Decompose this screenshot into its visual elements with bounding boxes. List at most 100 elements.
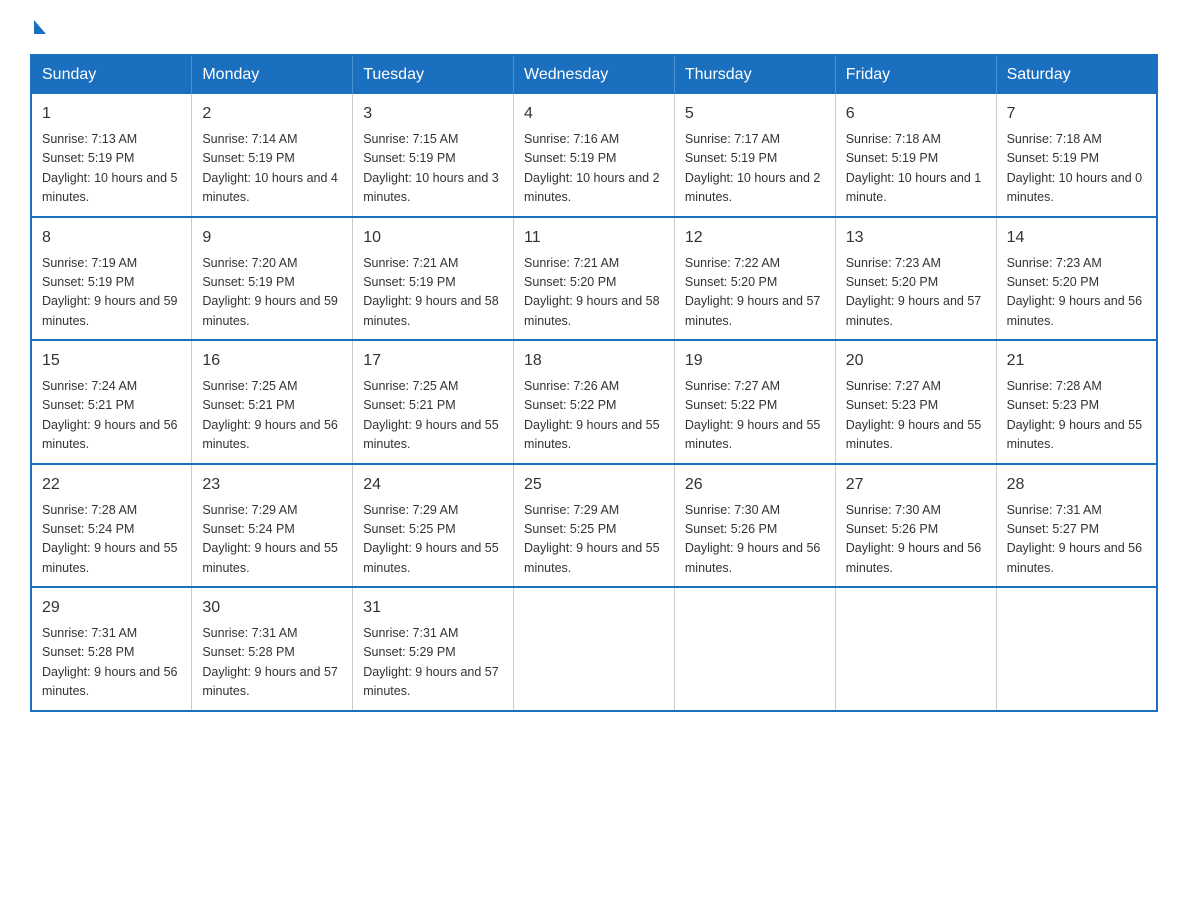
day-info: Sunrise: 7:31 AMSunset: 5:29 PMDaylight:… [363,624,503,702]
day-number: 12 [685,226,825,250]
day-info: Sunrise: 7:16 AMSunset: 5:19 PMDaylight:… [524,130,664,208]
calendar-week-row: 8 Sunrise: 7:19 AMSunset: 5:19 PMDaylight… [31,217,1157,341]
calendar-cell: 21 Sunrise: 7:28 AMSunset: 5:23 PMDayligh… [996,340,1157,464]
day-info: Sunrise: 7:31 AMSunset: 5:28 PMDaylight:… [202,624,342,702]
calendar-cell: 12 Sunrise: 7:22 AMSunset: 5:20 PMDayligh… [674,217,835,341]
day-info: Sunrise: 7:17 AMSunset: 5:19 PMDaylight:… [685,130,825,208]
calendar-cell: 19 Sunrise: 7:27 AMSunset: 5:22 PMDayligh… [674,340,835,464]
calendar-cell: 6 Sunrise: 7:18 AMSunset: 5:19 PMDaylight… [835,94,996,217]
day-number: 14 [1007,226,1146,250]
day-of-week-header: Wednesday [514,55,675,94]
day-number: 3 [363,102,503,126]
calendar-cell: 4 Sunrise: 7:16 AMSunset: 5:19 PMDaylight… [514,94,675,217]
calendar-week-row: 1 Sunrise: 7:13 AMSunset: 5:19 PMDaylight… [31,94,1157,217]
day-number: 20 [846,349,986,373]
calendar-header-row: SundayMondayTuesdayWednesdayThursdayFrid… [31,55,1157,94]
day-info: Sunrise: 7:23 AMSunset: 5:20 PMDaylight:… [846,254,986,332]
calendar-cell: 22 Sunrise: 7:28 AMSunset: 5:24 PMDayligh… [31,464,192,588]
day-number: 13 [846,226,986,250]
page-header [30,20,1158,34]
day-number: 5 [685,102,825,126]
day-number: 23 [202,473,342,497]
calendar-cell: 28 Sunrise: 7:31 AMSunset: 5:27 PMDayligh… [996,464,1157,588]
calendar-cell: 11 Sunrise: 7:21 AMSunset: 5:20 PMDayligh… [514,217,675,341]
day-info: Sunrise: 7:28 AMSunset: 5:23 PMDaylight:… [1007,377,1146,455]
day-of-week-header: Saturday [996,55,1157,94]
day-info: Sunrise: 7:23 AMSunset: 5:20 PMDaylight:… [1007,254,1146,332]
calendar-cell: 2 Sunrise: 7:14 AMSunset: 5:19 PMDaylight… [192,94,353,217]
day-info: Sunrise: 7:21 AMSunset: 5:20 PMDaylight:… [524,254,664,332]
day-number: 2 [202,102,342,126]
day-number: 26 [685,473,825,497]
calendar-cell: 18 Sunrise: 7:26 AMSunset: 5:22 PMDayligh… [514,340,675,464]
calendar-cell: 17 Sunrise: 7:25 AMSunset: 5:21 PMDayligh… [353,340,514,464]
calendar-table: SundayMondayTuesdayWednesdayThursdayFrid… [30,54,1158,712]
day-number: 24 [363,473,503,497]
day-number: 8 [42,226,181,250]
calendar-cell [835,587,996,711]
day-info: Sunrise: 7:14 AMSunset: 5:19 PMDaylight:… [202,130,342,208]
day-info: Sunrise: 7:29 AMSunset: 5:25 PMDaylight:… [524,501,664,579]
day-info: Sunrise: 7:31 AMSunset: 5:28 PMDaylight:… [42,624,181,702]
calendar-cell: 30Sunrise: 7:31 AMSunset: 5:28 PMDayligh… [192,587,353,711]
day-number: 31 [363,596,503,620]
calendar-cell: 15Sunrise: 7:24 AMSunset: 5:21 PMDayligh… [31,340,192,464]
day-info: Sunrise: 7:27 AMSunset: 5:23 PMDaylight:… [846,377,986,455]
calendar-week-row: 29 Sunrise: 7:31 AMSunset: 5:28 PMDayligh… [31,587,1157,711]
day-info: Sunrise: 7:20 AMSunset: 5:19 PMDaylight:… [202,254,342,332]
calendar-week-row: 22 Sunrise: 7:28 AMSunset: 5:24 PMDayligh… [31,464,1157,588]
calendar-cell: 9Sunrise: 7:20 AMSunset: 5:19 PMDaylight… [192,217,353,341]
day-number: 28 [1007,473,1146,497]
day-number: 22 [42,473,181,497]
day-of-week-header: Monday [192,55,353,94]
calendar-cell: 20 Sunrise: 7:27 AMSunset: 5:23 PMDayligh… [835,340,996,464]
day-number: 15 [42,349,181,373]
day-info: Sunrise: 7:19 AMSunset: 5:19 PMDaylight:… [42,254,181,332]
day-info: Sunrise: 7:29 AMSunset: 5:24 PMDaylight:… [202,501,342,579]
day-info: Sunrise: 7:25 AMSunset: 5:21 PMDaylight:… [202,377,342,455]
day-info: Sunrise: 7:13 AMSunset: 5:19 PMDaylight:… [42,130,181,208]
day-info: Sunrise: 7:18 AMSunset: 5:19 PMDaylight:… [846,130,986,208]
calendar-cell: 14 Sunrise: 7:23 AMSunset: 5:20 PMDayligh… [996,217,1157,341]
day-of-week-header: Thursday [674,55,835,94]
day-number: 4 [524,102,664,126]
day-number: 17 [363,349,503,373]
day-info: Sunrise: 7:21 AMSunset: 5:19 PMDaylight:… [363,254,503,332]
day-info: Sunrise: 7:18 AMSunset: 5:19 PMDaylight:… [1007,130,1146,208]
calendar-cell: 24Sunrise: 7:29 AMSunset: 5:25 PMDayligh… [353,464,514,588]
day-info: Sunrise: 7:31 AMSunset: 5:27 PMDaylight:… [1007,501,1146,579]
day-info: Sunrise: 7:30 AMSunset: 5:26 PMDaylight:… [846,501,986,579]
calendar-cell: 1 Sunrise: 7:13 AMSunset: 5:19 PMDaylight… [31,94,192,217]
calendar-cell: 13 Sunrise: 7:23 AMSunset: 5:20 PMDayligh… [835,217,996,341]
day-of-week-header: Sunday [31,55,192,94]
calendar-cell: 7 Sunrise: 7:18 AMSunset: 5:19 PMDaylight… [996,94,1157,217]
day-info: Sunrise: 7:30 AMSunset: 5:26 PMDaylight:… [685,501,825,579]
calendar-cell: 31 Sunrise: 7:31 AMSunset: 5:29 PMDayligh… [353,587,514,711]
day-number: 6 [846,102,986,126]
logo-blue-text [30,20,46,34]
day-number: 11 [524,226,664,250]
calendar-cell [674,587,835,711]
day-info: Sunrise: 7:28 AMSunset: 5:24 PMDaylight:… [42,501,181,579]
day-info: Sunrise: 7:27 AMSunset: 5:22 PMDaylight:… [685,377,825,455]
day-number: 27 [846,473,986,497]
day-number: 21 [1007,349,1146,373]
day-of-week-header: Friday [835,55,996,94]
calendar-cell: 8 Sunrise: 7:19 AMSunset: 5:19 PMDaylight… [31,217,192,341]
calendar-cell: 10Sunrise: 7:21 AMSunset: 5:19 PMDayligh… [353,217,514,341]
day-number: 7 [1007,102,1146,126]
day-number: 25 [524,473,664,497]
day-number: 19 [685,349,825,373]
calendar-week-row: 15Sunrise: 7:24 AMSunset: 5:21 PMDayligh… [31,340,1157,464]
calendar-cell: 5 Sunrise: 7:17 AMSunset: 5:19 PMDaylight… [674,94,835,217]
calendar-cell: 16Sunrise: 7:25 AMSunset: 5:21 PMDayligh… [192,340,353,464]
day-number: 18 [524,349,664,373]
day-info: Sunrise: 7:25 AMSunset: 5:21 PMDaylight:… [363,377,503,455]
day-number: 1 [42,102,181,126]
day-number: 29 [42,596,181,620]
calendar-cell: 26 Sunrise: 7:30 AMSunset: 5:26 PMDayligh… [674,464,835,588]
day-info: Sunrise: 7:22 AMSunset: 5:20 PMDaylight:… [685,254,825,332]
calendar-cell: 27 Sunrise: 7:30 AMSunset: 5:26 PMDayligh… [835,464,996,588]
day-info: Sunrise: 7:15 AMSunset: 5:19 PMDaylight:… [363,130,503,208]
day-info: Sunrise: 7:26 AMSunset: 5:22 PMDaylight:… [524,377,664,455]
